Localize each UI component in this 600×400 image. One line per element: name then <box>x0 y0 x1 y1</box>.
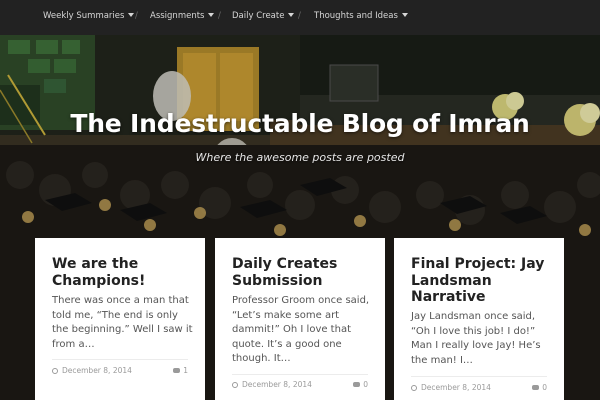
comment-icon <box>353 382 361 387</box>
site-title[interactable]: The Indestructable Blog of Imran <box>0 109 600 138</box>
nav-separator: / <box>135 11 138 21</box>
post-date-text: December 8, 2014 <box>421 383 491 392</box>
chevron-down-icon <box>288 13 295 17</box>
post-title[interactable]: Final Project: Jay Landsman Narrative <box>411 256 551 306</box>
post-title[interactable]: Daily Creates Submission <box>232 256 372 289</box>
post-comments[interactable]: 0 <box>532 383 547 392</box>
post-date-text: December 8, 2014 <box>62 366 132 375</box>
post-excerpt: Professor Groom once said, “Let’s make s… <box>232 295 370 364</box>
post-excerpt: Jay Landsman once said, “Oh I love this … <box>411 311 541 366</box>
nav-item-daily-create[interactable]: Daily Create <box>232 11 295 21</box>
card-divider <box>52 359 188 360</box>
nav-item-thoughts-and-ideas[interactable]: Thoughts and Ideas <box>314 11 408 21</box>
post-date[interactable]: December 8, 2014 <box>52 366 132 375</box>
comment-icon <box>532 385 540 390</box>
post-meta: December 8, 2014 0 <box>232 380 368 392</box>
card-divider <box>411 376 547 377</box>
post-title[interactable]: We are the Champions! <box>52 256 192 289</box>
post-comments[interactable]: 0 <box>353 380 368 389</box>
chevron-down-icon <box>401 13 408 17</box>
post-comments[interactable]: 1 <box>173 366 188 375</box>
nav-item-label: Weekly Summaries <box>43 11 125 21</box>
post-date[interactable]: December 8, 2014 <box>411 383 491 392</box>
nav-separator: / <box>298 11 301 21</box>
post-card[interactable]: We are the Champions! There was once a m… <box>35 238 205 400</box>
post-excerpt: There was once a man that told me, “The … <box>52 295 193 350</box>
comment-icon <box>173 368 181 373</box>
post-card[interactable]: Daily Creates Submission Professor Groom… <box>215 238 385 400</box>
post-meta: December 8, 2014 1 <box>52 366 188 378</box>
nav-item-assignments[interactable]: Assignments <box>150 11 215 21</box>
chevron-down-icon <box>208 13 215 17</box>
post-date-text: December 8, 2014 <box>242 380 312 389</box>
nav-item-label: Thoughts and Ideas <box>314 11 398 21</box>
nav-item-label: Assignments <box>150 11 205 21</box>
nav-separator: / <box>218 11 221 21</box>
clock-icon <box>411 385 417 391</box>
post-meta: December 8, 2014 0 <box>411 383 547 395</box>
comment-count: 0 <box>363 380 368 389</box>
nav-item-label: Daily Create <box>232 11 285 21</box>
top-navbar: Weekly Summaries / Assignments / Daily C… <box>0 0 600 35</box>
card-divider <box>232 374 368 375</box>
site-tagline: Where the awesome posts are posted <box>195 151 405 164</box>
nav-item-weekly-summaries[interactable]: Weekly Summaries <box>43 11 135 21</box>
comment-count: 1 <box>183 366 188 375</box>
clock-icon <box>52 368 58 374</box>
chevron-down-icon <box>128 13 135 17</box>
post-date[interactable]: December 8, 2014 <box>232 380 312 389</box>
comment-count: 0 <box>542 383 547 392</box>
post-card[interactable]: Final Project: Jay Landsman Narrative Ja… <box>394 238 564 400</box>
clock-icon <box>232 382 238 388</box>
